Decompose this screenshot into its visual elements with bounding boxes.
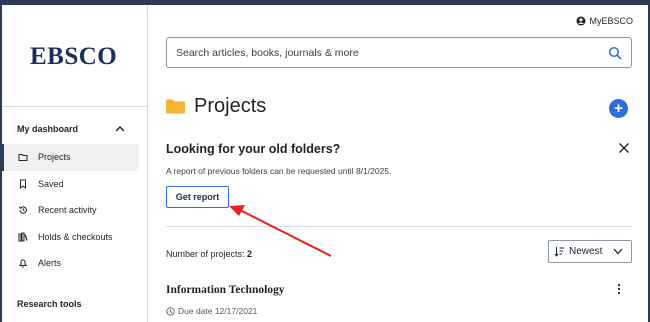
- page-title-row: Projects: [166, 95, 266, 118]
- bookmark-icon: [20, 179, 26, 189]
- chevron-up-icon: [115, 126, 125, 132]
- sidebar-item-label: Recent activity: [38, 205, 97, 216]
- search-placeholder: Search articles, books, journals & more: [176, 46, 359, 59]
- due-date-text: Due date 12/17/2021: [178, 306, 258, 316]
- sidebar-item-holds-checkouts[interactable]: Holds & checkouts: [2, 224, 139, 251]
- sidebar-item-projects[interactable]: Projects: [2, 144, 139, 171]
- add-project-button[interactable]: +: [609, 99, 628, 118]
- more-options-icon[interactable]: [615, 283, 623, 295]
- sort-icon: [554, 247, 564, 257]
- notice-title: Looking for your old folders?: [166, 142, 341, 156]
- project-count-label: Number of projects:: [166, 249, 245, 259]
- research-tools-heading[interactable]: Research tools: [17, 299, 82, 309]
- sidebar-nav: Projects Saved Recent activity Holds & c…: [2, 144, 139, 277]
- get-report-button[interactable]: Get report: [166, 186, 229, 208]
- sidebar: EBSCO My dashboard Projects Saved Recent…: [2, 5, 148, 322]
- folder-icon: [166, 99, 185, 114]
- sidebar-item-label: Holds & checkouts: [38, 231, 113, 242]
- project-due-date: Due date 12/17/2021: [166, 306, 257, 316]
- bell-icon: [18, 259, 28, 268]
- sidebar-item-label: Alerts: [38, 258, 62, 269]
- clock-icon: [166, 306, 175, 316]
- myebsco-account-link[interactable]: MyEBSCO: [576, 16, 633, 26]
- ebsco-logo[interactable]: EBSCO: [30, 43, 117, 71]
- myebsco-label: MyEBSCO: [589, 16, 633, 26]
- sort-dropdown[interactable]: Newest: [548, 240, 632, 263]
- sidebar-divider: [2, 106, 147, 107]
- close-icon[interactable]: [618, 142, 630, 154]
- plus-icon: +: [614, 100, 623, 117]
- sort-selected-label: Newest: [569, 246, 603, 257]
- page-title: Projects: [194, 95, 267, 117]
- notice-text: A report of previous folders can be requ…: [166, 166, 392, 176]
- history-icon: [19, 206, 27, 214]
- project-count: Number of projects: 2: [166, 249, 252, 259]
- my-dashboard-label: My dashboard: [17, 124, 79, 134]
- sidebar-item-alerts[interactable]: Alerts: [2, 250, 139, 277]
- content-divider: [166, 226, 632, 227]
- search-input[interactable]: Search articles, books, journals & more: [166, 37, 632, 68]
- search-icon[interactable]: [608, 46, 622, 60]
- user-circle-icon: [576, 16, 586, 26]
- sidebar-item-recent-activity[interactable]: Recent activity: [2, 197, 139, 224]
- project-title[interactable]: Information Technology: [166, 284, 285, 296]
- folder-icon: [18, 154, 28, 162]
- my-dashboard-toggle[interactable]: My dashboard: [17, 121, 125, 137]
- sidebar-item-label: Projects: [38, 152, 71, 163]
- books-icon: [18, 232, 28, 242]
- sidebar-item-saved[interactable]: Saved: [2, 171, 139, 198]
- main-content: MyEBSCO Search articles, books, journals…: [149, 5, 646, 322]
- chevron-down-icon: [613, 248, 623, 255]
- project-count-value: 2: [247, 249, 253, 259]
- sidebar-item-label: Saved: [38, 178, 64, 189]
